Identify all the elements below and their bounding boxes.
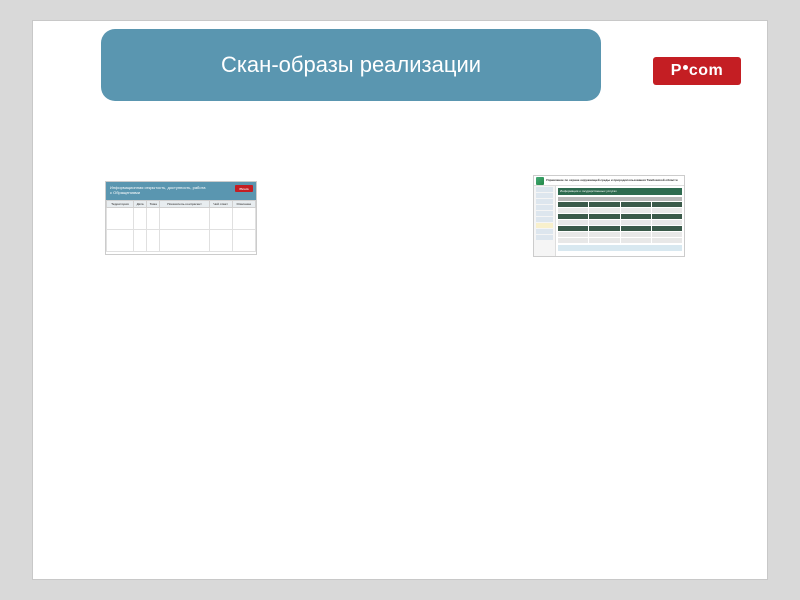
sidebar-item (536, 193, 553, 198)
table-cell (652, 238, 682, 243)
title-bar: Скан-образы реализации (101, 29, 601, 101)
table-cell (621, 226, 651, 231)
sidebar-item (536, 223, 553, 228)
col-header: Территория (107, 201, 134, 208)
thumb-right-main: Информация о государственных услугах (556, 186, 684, 256)
table-cell (621, 238, 651, 243)
thumb-right-footer (558, 245, 682, 251)
table-row (558, 220, 682, 225)
table-cell (652, 220, 682, 225)
table-cell (652, 226, 682, 231)
thumb-left-header: Информационная открытость, доступность, … (106, 182, 256, 200)
thumb-left-table: Территория Дата Тема Показатель контраге… (106, 200, 256, 252)
col-header: Дата (134, 201, 147, 208)
sidebar-item (536, 205, 553, 210)
table-cell (621, 220, 651, 225)
sidebar-item (536, 187, 553, 192)
col-header: Чей ответ (209, 201, 232, 208)
table-cell (589, 232, 619, 237)
sidebar-item (536, 217, 553, 222)
table-cell (589, 226, 619, 231)
sidebar-item (536, 235, 553, 240)
logo-dot-icon (683, 65, 688, 70)
thumb-right-body: Информация о государственных услугах (534, 186, 684, 256)
table-cell (558, 238, 588, 243)
table-cell (134, 230, 147, 252)
thumb-right-banner: Информация о государственных услугах (558, 188, 682, 195)
table-cell (147, 230, 160, 252)
sidebar-item (536, 229, 553, 234)
table-row (558, 238, 682, 243)
table-cell (652, 208, 682, 213)
sidebar-item (536, 211, 553, 216)
table-cell (652, 232, 682, 237)
logo-text: Pcom (671, 62, 724, 80)
table-cell (558, 208, 588, 213)
table-cell (147, 208, 160, 230)
table-cell (558, 220, 588, 225)
table-cell (652, 214, 682, 219)
table-cell (652, 202, 682, 207)
thumb-right-sidebar (534, 186, 556, 256)
table-cell (134, 208, 147, 230)
table-row (558, 208, 682, 213)
table-cell (589, 214, 619, 219)
table-cell (160, 208, 209, 230)
screenshot-thumb-right: Управление по охране окружающей среды и … (533, 175, 685, 257)
table-row (558, 232, 682, 237)
thumb-right-top: Управление по охране окружающей среды и … (534, 176, 684, 186)
table-cell (107, 230, 134, 252)
col-header: Описание (232, 201, 255, 208)
slide: Скан-образы реализации Pcom Информационн… (32, 20, 768, 580)
table-cell (232, 230, 255, 252)
table-row (558, 214, 682, 219)
table-cell (107, 208, 134, 230)
table-cell (209, 230, 232, 252)
table-cell (558, 226, 588, 231)
col-header: Показатель контрагент (160, 201, 209, 208)
table-cell (621, 214, 651, 219)
thumb-left-logo: Picom (235, 185, 253, 192)
table-cell (589, 202, 619, 207)
table-cell (621, 232, 651, 237)
table-cell (589, 220, 619, 225)
thumb-left-title: Информационная открытость, доступность, … (106, 182, 211, 198)
table-cell (621, 202, 651, 207)
table-row (558, 226, 682, 231)
table-cell (232, 208, 255, 230)
screenshot-thumb-left: Информационная открытость, доступность, … (105, 181, 257, 255)
table-cell (621, 208, 651, 213)
table-row (558, 202, 682, 207)
thumb-right-title: Управление по охране окружающей среды и … (546, 178, 678, 182)
table-cell (589, 208, 619, 213)
table-cell (209, 208, 232, 230)
thumb-right-tabs (558, 197, 682, 201)
col-header: Тема (147, 201, 160, 208)
table-cell (558, 214, 588, 219)
table-cell (160, 230, 209, 252)
emblem-icon (536, 177, 544, 185)
table-cell (589, 238, 619, 243)
sidebar-item (536, 199, 553, 204)
logo-badge: Pcom (653, 57, 741, 85)
page-title: Скан-образы реализации (221, 52, 481, 78)
table-cell (558, 202, 588, 207)
table-cell (558, 232, 588, 237)
